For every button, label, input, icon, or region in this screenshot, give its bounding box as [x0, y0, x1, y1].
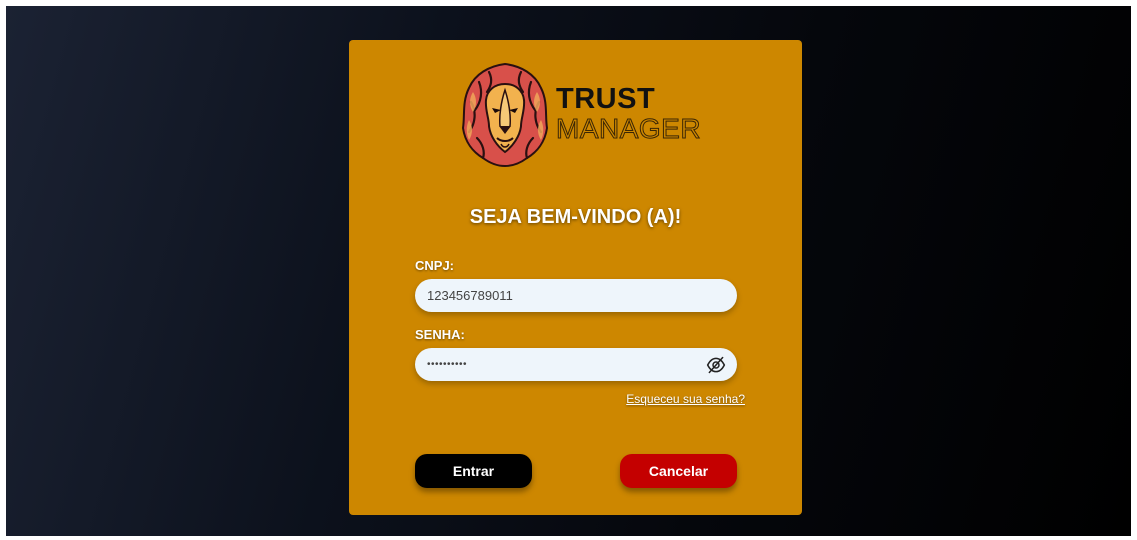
password-label: SENHA: [415, 327, 465, 342]
trust-manager-logo: TRUST MANAGER [459, 62, 701, 168]
cancel-button[interactable]: Cancelar [620, 454, 737, 488]
welcome-heading: SEJA BEM-VINDO (A)! [469, 206, 682, 228]
login-card: TRUST MANAGER SEJA BEM-VINDO (A)! CNPJ: … [349, 40, 802, 515]
brand-name-manager: MANAGER [555, 113, 702, 144]
cnpj-input[interactable] [415, 279, 737, 312]
forgot-password-link[interactable]: Esqueceu sua senha? [626, 392, 745, 406]
password-field[interactable]: •••••••••• [415, 348, 737, 381]
brand-name-trust: TRUST [556, 83, 656, 115]
cnpj-label: CNPJ: [415, 258, 455, 273]
cnpj-field-wrapper [415, 279, 737, 312]
lion-logo-icon [461, 62, 549, 168]
eye-off-icon[interactable] [706, 355, 726, 375]
background-screen: TRUST MANAGER SEJA BEM-VINDO (A)! CNPJ: … [6, 6, 1131, 536]
enter-button[interactable]: Entrar [415, 454, 532, 488]
password-masked-value: •••••••••• [427, 359, 468, 370]
